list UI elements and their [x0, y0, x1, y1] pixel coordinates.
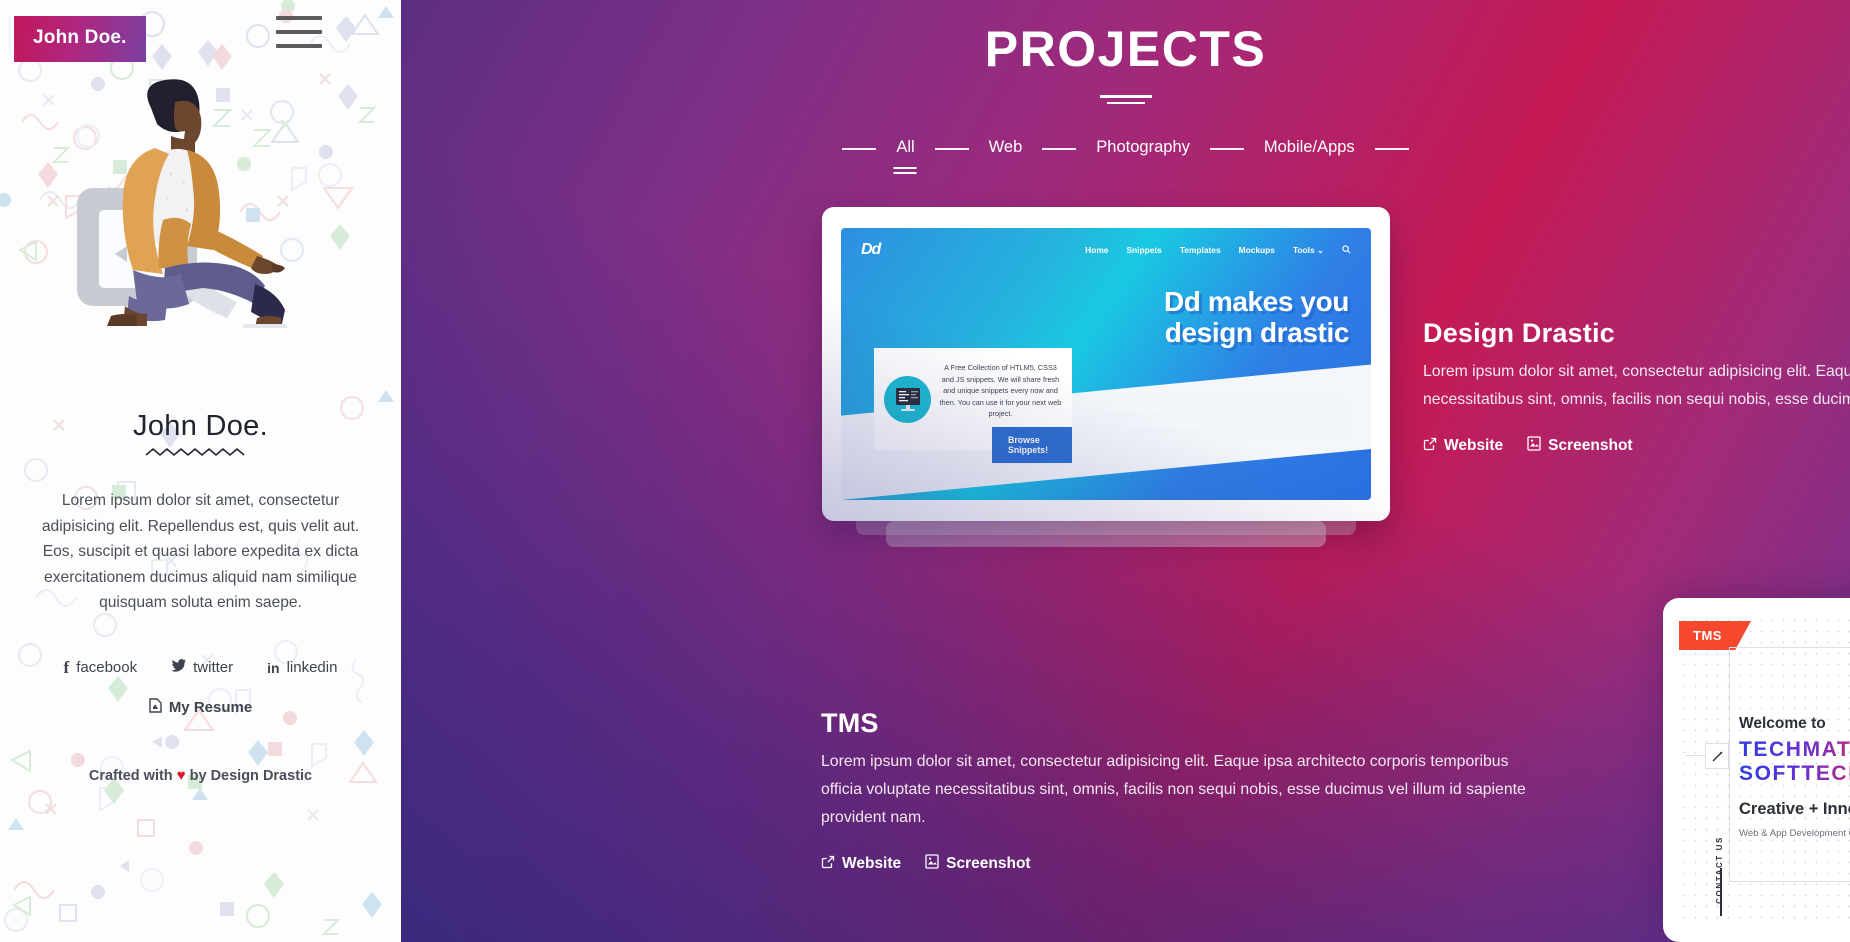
filter-tab-mobile-apps[interactable]: Mobile/Apps	[1260, 138, 1359, 159]
resume-label: My Resume	[168, 698, 253, 716]
project-screenshot-label: Screenshot	[946, 855, 1031, 872]
dd-nav-tools: Tools ⌄	[1292, 245, 1324, 255]
project-screenshot-link[interactable]: Screenshot	[925, 854, 1031, 874]
project-info-tms: TMS Lorem ipsum dolor sit amet, consecte…	[821, 708, 1541, 874]
filter-dash	[934, 147, 969, 150]
dd-navbar: Dd Home Snippets Templates Mockups Tools…	[841, 241, 1371, 259]
project-description: Lorem ipsum dolor sit amet, consectetur …	[821, 753, 1526, 826]
social-link-linkedin[interactable]: in linkedin	[267, 658, 337, 678]
tms-subtitle: Web & App Development Company	[1739, 828, 1850, 839]
dd-card-text: A Free Collection of HTLM5, CSS3 and JS …	[939, 363, 1062, 419]
social-links: f facebook twitter in linkedin	[26, 658, 375, 678]
hamburger-icon[interactable]	[276, 16, 322, 48]
projects-main: PROJECTS All Web Photography Mobile/Apps…	[401, 0, 1850, 942]
dd-nav-links: Home Snippets Templates Mockups Tools ⌄	[1085, 244, 1351, 256]
project-screenshot-tms[interactable]: TMS T M S Welcome to TECHMATE SOFTTECH C…	[1663, 598, 1850, 942]
dd-feature-card: A Free Collection of HTLM5, CSS3 and JS …	[874, 348, 1072, 463]
dd-nav-templates: Templates	[1179, 245, 1221, 255]
tablet-frame: TMS T M S Welcome to TECHMATE SOFTTECH C…	[1663, 598, 1850, 942]
tms-hero-text: Welcome to TECHMATE SOFTTECH Creative + …	[1739, 715, 1850, 839]
filter-dash	[1209, 147, 1244, 150]
project-description: Lorem ipsum dolor sit amet, consectetur …	[1423, 363, 1850, 408]
external-link-icon	[821, 855, 835, 874]
filter-tab-all[interactable]: All	[892, 138, 918, 159]
project-links: Website Screenshot	[1423, 436, 1850, 456]
image-icon	[1527, 436, 1541, 456]
project-title: TMS	[821, 708, 879, 738]
footer-prefix: Crafted with	[88, 768, 173, 784]
linkedin-icon: in	[267, 659, 280, 676]
tms-tagline: Creative + Innovative	[1739, 800, 1850, 818]
tms-welcome: Welcome to	[1739, 715, 1826, 732]
filter-dash	[842, 147, 877, 150]
sidebar-footer: Crafted with ♥ by Design Drastic	[0, 767, 401, 784]
dd-headline: Dd makes you design drastic	[1163, 286, 1349, 348]
page-title: PROJECTS	[984, 21, 1267, 77]
tms-contact-line	[1720, 868, 1722, 916]
project-info-design-drastic: Design Drastic Lorem ipsum dolor sit ame…	[1423, 318, 1850, 456]
social-link-facebook[interactable]: f facebook	[64, 658, 138, 678]
pdf-file-icon	[149, 697, 162, 717]
facebook-icon: f	[63, 657, 70, 677]
project-screenshot-design-drastic[interactable]: Dd Home Snippets Templates Mockups Tools…	[822, 207, 1390, 549]
resume-link[interactable]: My Resume	[149, 697, 253, 717]
heart-icon: ♥	[176, 767, 186, 784]
project-website-label: Website	[842, 855, 902, 872]
dd-subtext: An unique collection of HTML5/CSS3 Snipp…	[1101, 395, 1349, 436]
project-website-link[interactable]: Website	[1423, 436, 1503, 456]
dd-nav-snippets: Snippets	[1126, 245, 1162, 255]
tms-logo-ribbon: TMS	[1679, 621, 1751, 650]
filter-dash	[1042, 147, 1077, 150]
filter-dash	[1374, 147, 1409, 150]
social-label-linkedin: linkedin	[286, 659, 338, 676]
dd-website-mockup: Dd Home Snippets Templates Mockups Tools…	[841, 228, 1371, 500]
dd-nav-mockups: Mockups	[1238, 245, 1275, 255]
sitting-person-illustration	[0, 78, 401, 338]
pencil-icon	[1705, 743, 1729, 769]
sidebar: John Doe. John Doe. Lorem ipsum dolor si…	[0, 0, 401, 942]
twitter-icon	[171, 659, 187, 676]
profile-bio: Lorem ipsum dolor sit amet, consectetur …	[41, 492, 360, 611]
tms-brand-line-1: TECHMATE	[1739, 738, 1850, 762]
tms-left-dash	[1685, 755, 1705, 756]
social-label-twitter: twitter	[193, 659, 234, 676]
squiggle-underline	[144, 447, 245, 457]
image-icon	[925, 854, 939, 874]
project-screenshot-link[interactable]: Screenshot	[1527, 436, 1633, 456]
tms-website-mockup: TMS T M S Welcome to TECHMATE SOFTTECH C…	[1679, 615, 1850, 920]
sidebar-profile: John Doe. Lorem ipsum dolor sit amet, co…	[0, 410, 401, 718]
dd-nav-home: Home	[1085, 245, 1109, 255]
hamburger-bar-2	[276, 30, 322, 34]
monitor-code-icon	[884, 376, 931, 423]
hamburger-bar-3	[276, 44, 322, 48]
browser-frame: Dd Home Snippets Templates Mockups Tools…	[822, 207, 1390, 521]
social-label-facebook: facebook	[76, 659, 138, 676]
social-link-twitter[interactable]: twitter	[171, 658, 233, 678]
hamburger-bar-1	[276, 16, 322, 20]
external-link-icon	[1423, 437, 1437, 456]
footer-suffix: by Design Drastic	[189, 768, 313, 784]
profile-name: John Doe.	[133, 410, 268, 442]
project-filter-tabs: All Web Photography Mobile/Apps	[401, 138, 1850, 159]
dd-logo: Dd	[861, 241, 881, 258]
filter-tab-photography[interactable]: Photography	[1092, 138, 1194, 159]
project-links: Website Screenshot	[821, 854, 1541, 874]
project-website-label: Website	[1444, 437, 1504, 454]
search-icon	[1342, 244, 1351, 256]
title-divider	[401, 95, 1850, 104]
name-badge[interactable]: John Doe.	[14, 16, 146, 62]
filter-tab-web[interactable]: Web	[985, 138, 1027, 159]
tms-brand-line-2: SOFTTECH	[1739, 762, 1850, 786]
project-website-link[interactable]: Website	[821, 854, 901, 874]
project-title: Design Drastic	[1423, 318, 1615, 348]
browse-snippets-button[interactable]: Browse Snippets!	[992, 426, 1072, 463]
card-stack-layer	[886, 521, 1326, 547]
project-screenshot-label: Screenshot	[1548, 437, 1633, 454]
